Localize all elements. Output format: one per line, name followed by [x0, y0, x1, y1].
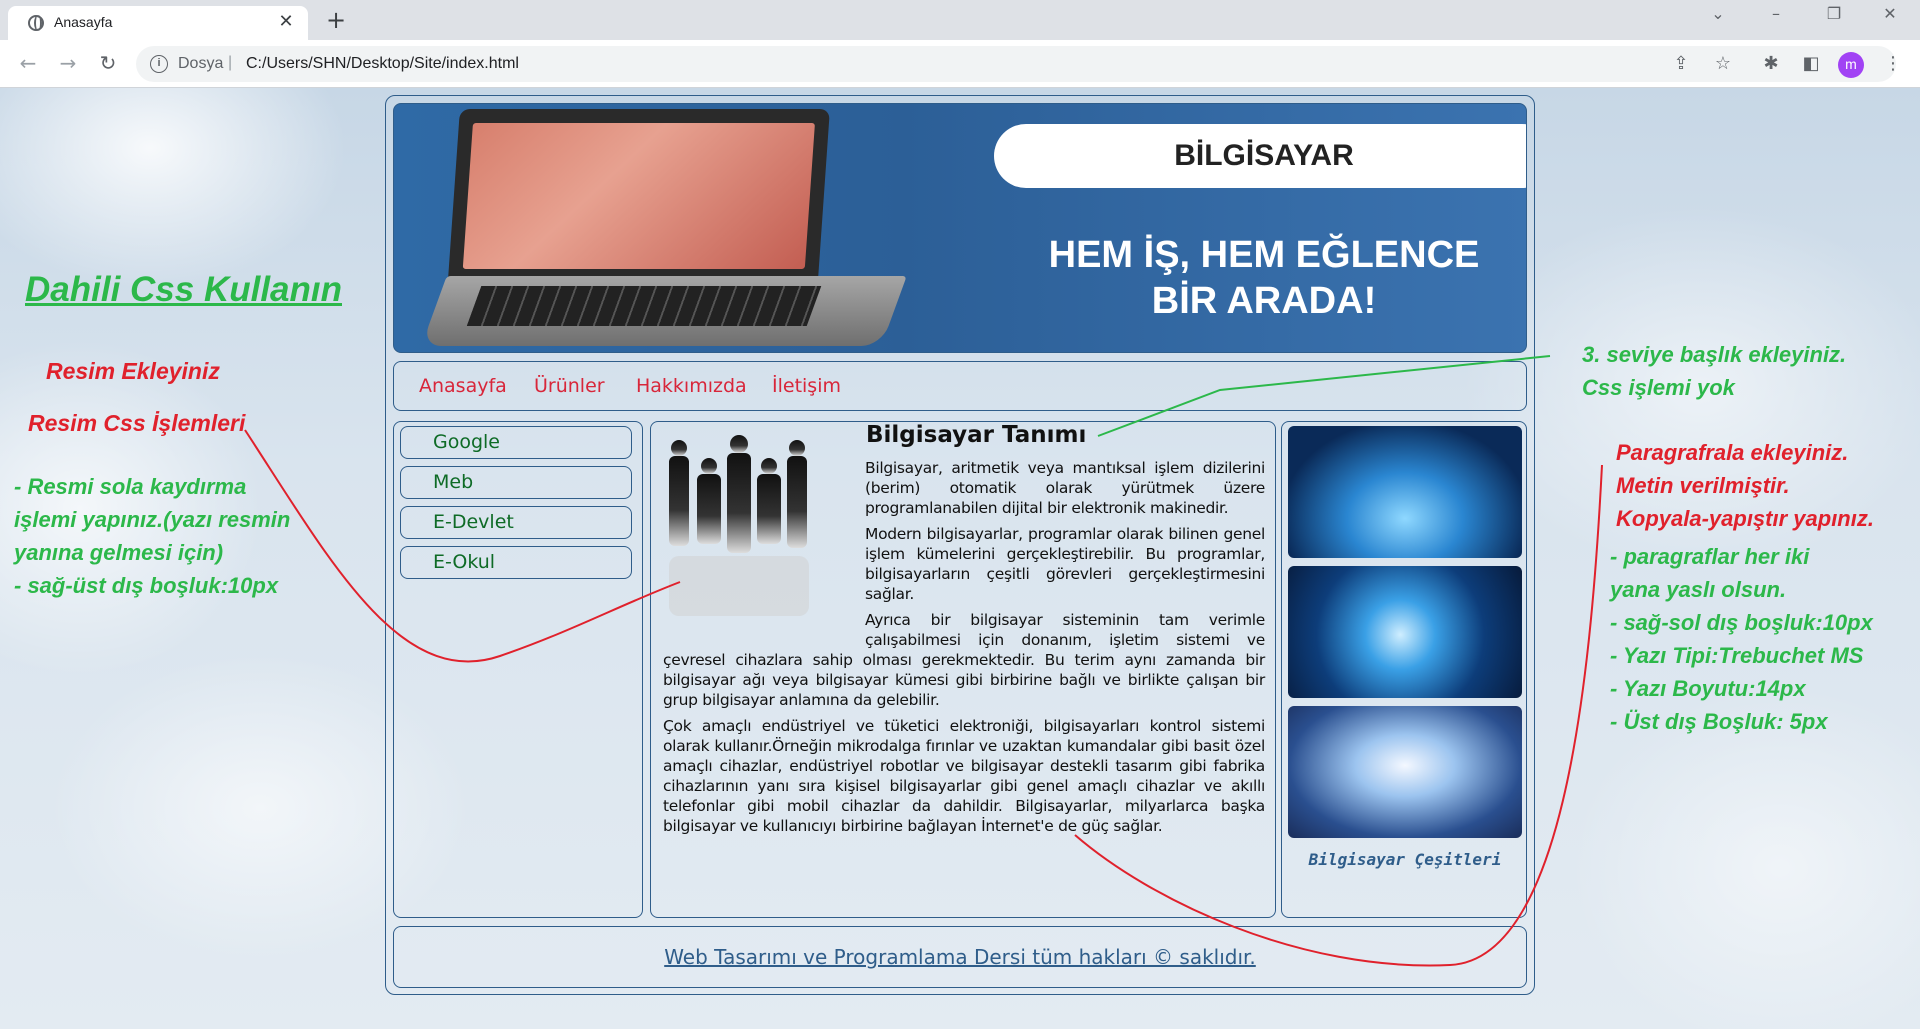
annotation-image-rules: - Resmi sola kaydırma işlemi yapınız.(ya… — [14, 474, 291, 598]
laptop-screen-graphic — [448, 109, 830, 279]
menu-item-hakkimizda[interactable]: Hakkımızda — [636, 375, 747, 397]
menu-item-urunler[interactable]: Ürünler — [534, 375, 605, 397]
annotation-css-title: Dahili Css Kullanın — [25, 270, 342, 309]
restore-icon[interactable]: ❐ — [1814, 4, 1854, 23]
paragraph-1: Bilgisayar, aritmetik veya mantıksal işl… — [865, 459, 1265, 517]
content-heading: Bilgisayar Tanımı — [866, 422, 1087, 448]
network-computers-image — [1288, 426, 1522, 558]
link-eokul[interactable]: E-Okul — [400, 546, 632, 579]
share-icon[interactable]: ⇪ — [1668, 52, 1694, 76]
image-sidebar: Bilgisayar Çeşitleri — [1281, 421, 1527, 918]
paragraph-4: Çok amaçlı endüstriyel ve tüketici elekt… — [663, 717, 1265, 835]
annotation-paragraph-note: Paragrafrala ekleyiniz. Metin verilmişti… — [1616, 440, 1874, 531]
footer-copyright-link[interactable]: Web Tasarımı ve Programlama Dersi tüm ha… — [664, 945, 1256, 969]
paragraph-2: Modern bilgisayarlar, programlar olarak … — [865, 525, 1265, 603]
annotation-image-css: Resim Css İşlemleri — [28, 410, 246, 436]
banner-image: BİLGİSAYAR HEM İŞ, HEM EĞLENCE BİR ARADA… — [393, 103, 1527, 353]
new-tab-button[interactable]: + — [326, 6, 346, 34]
menu-item-iletisim[interactable]: İletişim — [772, 375, 841, 397]
menu-kebab-icon[interactable]: ⋮ — [1880, 52, 1906, 76]
url-separator: | — [228, 54, 233, 71]
sidebar-caption: Bilgisayar Çeşitleri — [1308, 850, 1502, 869]
annotation-heading-note: 3. seviye başlık ekleyiniz. Css işlemi y… — [1582, 342, 1847, 400]
laptop-keyboard-graphic — [466, 286, 822, 326]
back-icon[interactable]: ← — [14, 50, 42, 76]
browser-tab[interactable]: Anasayfa ✕ — [8, 6, 308, 40]
main-content: Bilgisayar Tanımı Bilgisayar, aritmetik … — [650, 421, 1276, 918]
link-meb[interactable]: Meb — [400, 466, 632, 499]
business-people-image — [669, 435, 809, 616]
banner-slogan: HEM İŞ, HEM EĞLENCE BİR ARADA! — [1048, 234, 1480, 322]
globe-network-image — [1288, 566, 1522, 698]
link-sidebar: Google Meb E-Devlet E-Okul — [393, 421, 643, 918]
globe-icon — [28, 15, 44, 31]
banner-title: BİLGİSAYAR — [1174, 139, 1354, 172]
address-bar[interactable]: i Dosya | C:/Users/SHN/Desktop/Site/inde… — [136, 46, 1896, 82]
window-close-icon[interactable]: ✕ — [1870, 4, 1910, 23]
tab-title: Anasayfa — [54, 14, 113, 30]
info-icon[interactable]: i — [150, 55, 168, 73]
tab-search-icon[interactable]: ⌄ — [1698, 4, 1738, 23]
reload-icon[interactable]: ↻ — [94, 50, 122, 76]
close-tab-icon[interactable]: ✕ — [276, 12, 296, 32]
scheme-label: Dosya — [178, 55, 224, 72]
menu-item-anasayfa[interactable]: Anasayfa — [419, 375, 507, 397]
forward-icon[interactable]: → — [54, 50, 82, 76]
link-edevlet[interactable]: E-Devlet — [400, 506, 632, 539]
minimize-icon[interactable]: – — [1756, 4, 1796, 23]
site-container: BİLGİSAYAR HEM İŞ, HEM EĞLENCE BİR ARADA… — [385, 95, 1535, 995]
bookmark-star-icon[interactable]: ☆ — [1710, 52, 1736, 76]
extensions-icon[interactable]: ✱ — [1758, 52, 1784, 76]
browser-toolbar: ← → ↻ i Dosya | C:/Users/SHN/Desktop/Sit… — [0, 40, 1920, 88]
tab-strip: Anasayfa ✕ + ⌄ – ❐ ✕ — [0, 0, 1920, 40]
cloud-servers-image — [1288, 706, 1522, 838]
annotation-paragraph-rules: - paragraflar her iki yana yaslı olsun. … — [1610, 544, 1873, 734]
url-text[interactable]: C:/Users/SHN/Desktop/Site/index.html — [246, 55, 519, 73]
profile-avatar[interactable]: m — [1838, 52, 1864, 78]
link-google[interactable]: Google — [400, 426, 632, 459]
footer: Web Tasarımı ve Programlama Dersi tüm ha… — [393, 926, 1527, 988]
paragraph-3: Ayrıca bir bilgisayar sisteminin tam ver… — [663, 610, 1265, 710]
side-panel-icon[interactable]: ◧ — [1798, 52, 1824, 76]
annotation-add-image: Resim Ekleyiniz — [46, 358, 220, 384]
main-menu: Anasayfa Ürünler Hakkımızda İletişim — [393, 361, 1527, 411]
paragraph-3-float-spacer — [663, 610, 865, 650]
